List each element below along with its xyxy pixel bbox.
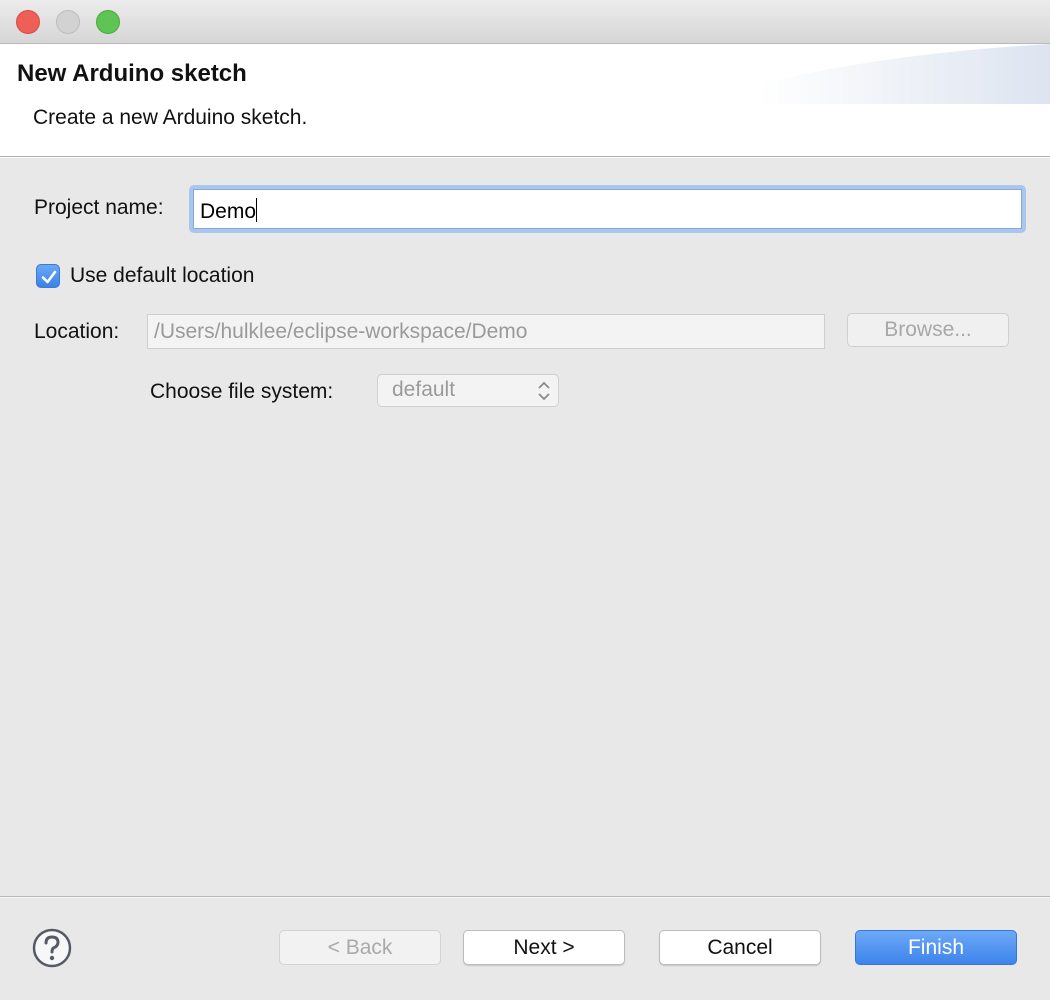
- updown-chevron-icon: [538, 381, 550, 401]
- wizard-banner: New Arduino sketch Create a new Arduino …: [0, 44, 1050, 156]
- banner-separator: [0, 156, 1050, 158]
- window-titlebar: [0, 0, 1050, 44]
- checkmark-icon: [41, 270, 57, 284]
- cancel-button[interactable]: Cancel: [659, 930, 821, 965]
- browse-button[interactable]: Browse...: [847, 313, 1009, 347]
- wizard-title: New Arduino sketch: [17, 60, 247, 87]
- use-default-location-checkbox[interactable]: [36, 264, 60, 288]
- project-name-input[interactable]: Demo: [189, 185, 1026, 233]
- project-name-label: Project name:: [34, 196, 164, 219]
- banner-decoration-icon: [760, 44, 1050, 104]
- help-icon[interactable]: [32, 928, 72, 968]
- next-button[interactable]: Next >: [463, 930, 625, 965]
- file-system-select[interactable]: default: [377, 374, 559, 407]
- finish-button[interactable]: Finish: [855, 930, 1017, 965]
- text-caret: [256, 198, 258, 222]
- wizard-description: Create a new Arduino sketch.: [33, 106, 308, 129]
- zoom-window-button[interactable]: [96, 10, 120, 34]
- footer-separator: [0, 896, 1050, 898]
- location-input[interactable]: /Users/hulklee/eclipse-workspace/Demo: [147, 314, 825, 349]
- file-system-value: default: [392, 378, 456, 401]
- close-window-button[interactable]: [16, 10, 40, 34]
- file-system-label: Choose file system:: [150, 380, 334, 403]
- location-label: Location:: [34, 320, 120, 343]
- project-name-value: Demo: [200, 200, 257, 223]
- minimize-window-button[interactable]: [56, 10, 80, 34]
- back-button[interactable]: < Back: [279, 930, 441, 965]
- use-default-location-label[interactable]: Use default location: [70, 264, 254, 288]
